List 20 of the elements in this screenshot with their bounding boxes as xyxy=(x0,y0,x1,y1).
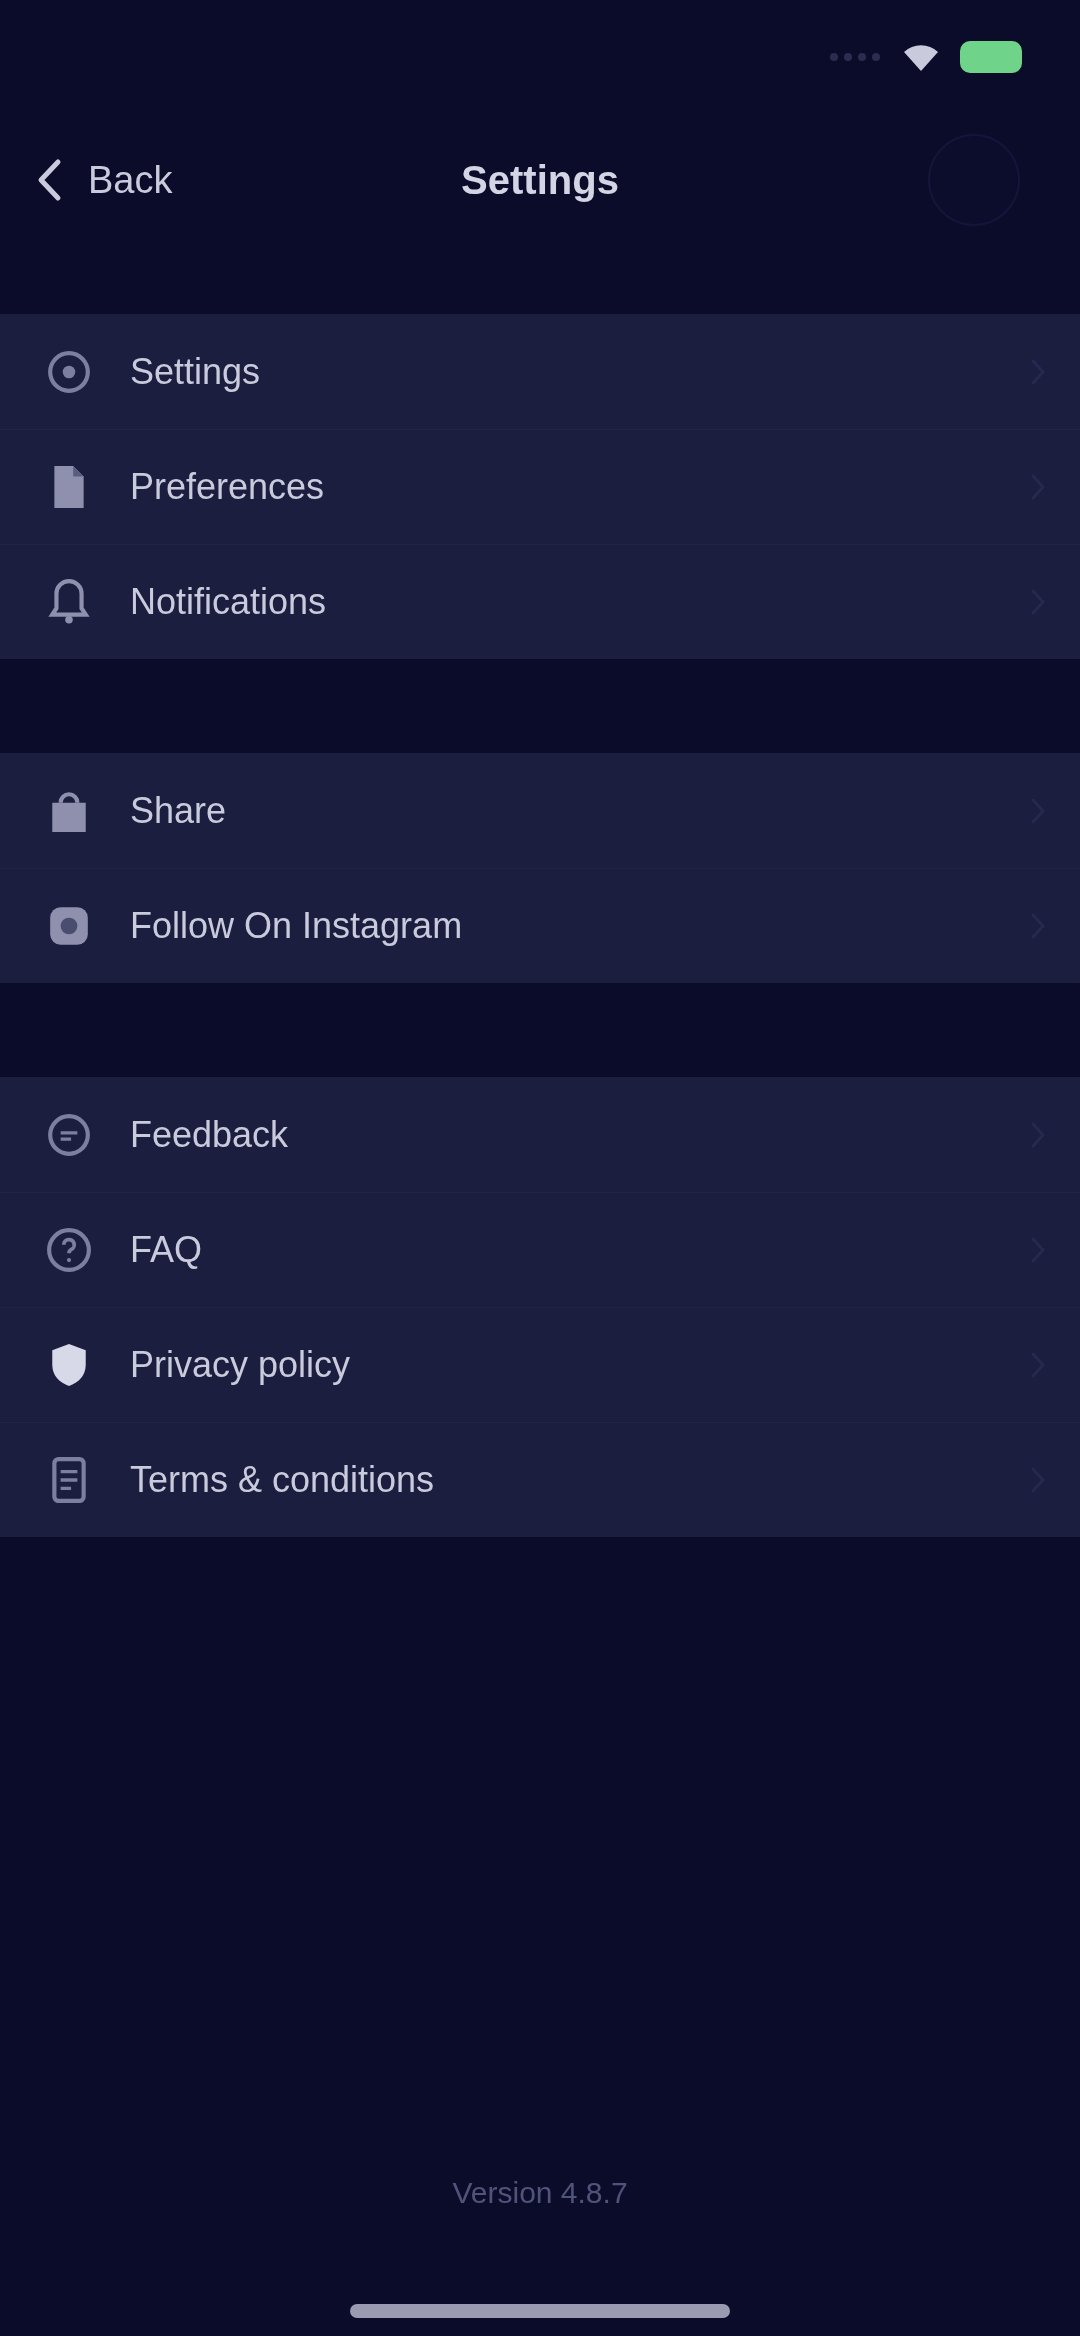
chevron-left-icon xyxy=(36,158,62,202)
bell-icon xyxy=(46,579,92,625)
gear-icon xyxy=(46,349,92,395)
battery-icon xyxy=(960,41,1022,73)
settings-row[interactable]: FAQ xyxy=(0,1192,1080,1307)
signal-icon xyxy=(828,51,882,63)
settings-row[interactable]: Settings xyxy=(0,314,1080,429)
settings-row[interactable]: Preferences xyxy=(0,429,1080,544)
settings-row[interactable]: Terms & conditions xyxy=(0,1422,1080,1537)
page-title: Settings xyxy=(461,157,619,203)
version-text: Version 4.8.7 xyxy=(452,2176,628,2210)
wifi-icon xyxy=(904,43,938,71)
settings-row[interactable]: Privacy policy xyxy=(0,1307,1080,1422)
settings-row[interactable]: Follow On Instagram xyxy=(0,868,1080,983)
settings-row[interactable]: Share xyxy=(0,753,1080,868)
question-icon xyxy=(46,1227,92,1273)
settings-row[interactable]: Feedback xyxy=(0,1077,1080,1192)
back-button[interactable]: Back xyxy=(28,150,181,210)
settings-row[interactable]: Notifications xyxy=(0,544,1080,659)
chat-icon xyxy=(46,1112,92,1158)
